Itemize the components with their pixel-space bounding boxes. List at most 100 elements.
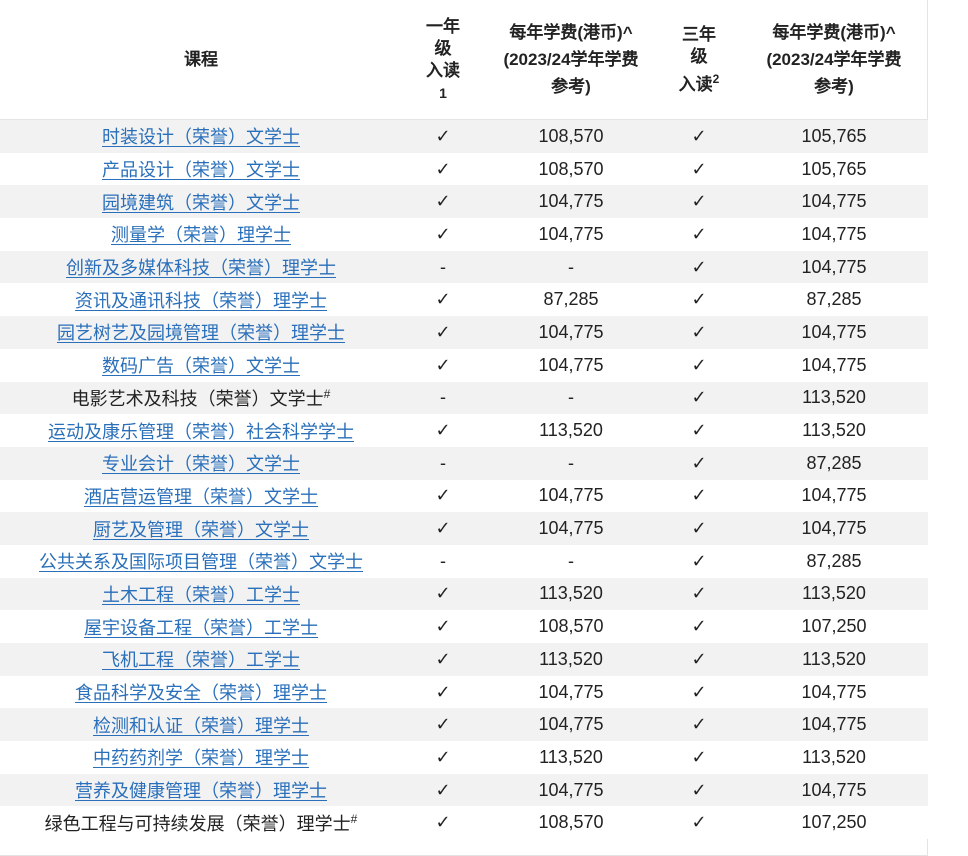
course-cell: 数码广告（荣誉）文学士: [0, 348, 402, 382]
fee-table-container: 课程 一年 级 入读 1 每年学费(港币)^ (2023/24学年学费 参考) …: [0, 0, 928, 856]
annual-fee-2-cell: 113,520: [740, 643, 928, 676]
table-row: 电影艺术及科技（荣誉）文学士# - - ✓ 113,520: [0, 381, 928, 415]
annual-fee-2-cell: 104,775: [740, 250, 928, 284]
annual-fee-1-cell: 87,285: [484, 283, 658, 317]
header-course: 课程: [0, 0, 402, 120]
course-link[interactable]: 创新及多媒体科技（荣誉）理学士: [66, 258, 336, 278]
table-row: 运动及康乐管理（荣誉）社会科学学士 ✓ 113,520 ✓ 113,520: [0, 414, 928, 447]
course-link[interactable]: 测量学（荣誉）理学士: [111, 225, 291, 245]
course-link[interactable]: 检测和认证（荣誉）理学士: [93, 716, 309, 736]
year3-entry-cell: ✓: [658, 708, 740, 742]
annual-fee-1-cell: 104,775: [484, 316, 658, 349]
annual-fee-2-cell: 104,775: [740, 316, 928, 349]
annual-fee-2-cell: 113,520: [740, 741, 928, 774]
table-row: 园艺树艺及园境管理（荣誉）理学士 ✓ 104,775 ✓ 104,775: [0, 316, 928, 349]
year3-entry-cell: ✓: [658, 218, 740, 251]
year3-entry-cell: ✓: [658, 348, 740, 382]
course-cell: 园艺树艺及园境管理（荣誉）理学士: [0, 316, 402, 349]
annual-fee-2-cell: 87,285: [740, 283, 928, 317]
annual-fee-1-cell: 104,775: [484, 708, 658, 742]
annual-fee-2-cell: 113,520: [740, 414, 928, 447]
course-link[interactable]: 园艺树艺及园境管理（荣誉）理学士: [57, 323, 345, 343]
course-cell: 产品设计（荣誉）文学士: [0, 152, 402, 186]
annual-fee-1-cell: 113,520: [484, 414, 658, 447]
year1-entry-cell: ✓: [402, 773, 484, 807]
course-link[interactable]: 厨艺及管理（荣誉）文学士: [93, 520, 309, 540]
annual-fee-1-cell: -: [484, 250, 658, 284]
annual-fee-1-cell: 104,775: [484, 479, 658, 513]
course-cell: 园境建筑（荣誉）文学士: [0, 185, 402, 219]
course-link[interactable]: 土木工程（荣誉）工学士: [102, 585, 300, 605]
year3-entry-cell: ✓: [658, 316, 740, 349]
year3-entry-cell: ✓: [658, 577, 740, 611]
year3-entry-cell: ✓: [658, 479, 740, 513]
year3-entry-cell: ✓: [658, 185, 740, 219]
course-cell: 公共关系及国际项目管理（荣誉）文学士: [0, 544, 402, 578]
course-link[interactable]: 运动及康乐管理（荣誉）社会科学学士: [48, 422, 354, 442]
header-annual-fee-2: 每年学费(港币)^ (2023/24学年学费 参考): [740, 0, 928, 120]
course-cell: 绿色工程与可持续发展（荣誉）理学士#: [0, 806, 402, 840]
course-cell: 土木工程（荣誉）工学士: [0, 577, 402, 611]
annual-fee-2-cell: 113,520: [740, 381, 928, 415]
course-link[interactable]: 专业会计（荣誉）文学士: [102, 454, 300, 474]
course-link[interactable]: 食品科学及安全（荣誉）理学士: [75, 683, 327, 703]
year3-entry-cell: ✓: [658, 741, 740, 774]
course-cell: 酒店营运管理（荣誉）文学士: [0, 479, 402, 513]
annual-fee-2-cell: 107,250: [740, 610, 928, 643]
annual-fee-1-cell: -: [484, 544, 658, 578]
annual-fee-1-cell: 104,775: [484, 185, 658, 219]
annual-fee-1-cell: 104,775: [484, 512, 658, 545]
annual-fee-1-cell: 108,570: [484, 119, 658, 153]
annual-fee-2-cell: 105,765: [740, 119, 928, 153]
year1-entry-cell: ✓: [402, 185, 484, 219]
course-cell: 厨艺及管理（荣誉）文学士: [0, 512, 402, 545]
course-link[interactable]: 屋宇设备工程（荣誉）工学士: [84, 618, 318, 638]
course-link[interactable]: 酒店营运管理（荣誉）文学士: [84, 487, 318, 507]
year1-entry-cell: ✓: [402, 806, 484, 840]
table-row: 屋宇设备工程（荣誉）工学士 ✓ 108,570 ✓ 107,250: [0, 610, 928, 643]
year1-entry-cell: ✓: [402, 119, 484, 153]
year1-entry-cell: -: [402, 250, 484, 284]
course-link[interactable]: 中药药剂学（荣誉）理学士: [93, 748, 309, 768]
table-row: 园境建筑（荣誉）文学士 ✓ 104,775 ✓ 104,775: [0, 185, 928, 219]
course-link[interactable]: 数码广告（荣誉）文学士: [102, 356, 300, 376]
annual-fee-2-cell: 113,520: [740, 577, 928, 611]
course-link[interactable]: 时装设计（荣誉）文学士: [102, 127, 300, 147]
year3-entry-cell: ✓: [658, 250, 740, 284]
year1-entry-cell: ✓: [402, 643, 484, 676]
year3-entry-cell: ✓: [658, 512, 740, 545]
course-cell: 电影艺术及科技（荣誉）文学士#: [0, 381, 402, 415]
table-row: 创新及多媒体科技（荣誉）理学士 - - ✓ 104,775: [0, 250, 928, 284]
course-link[interactable]: 公共关系及国际项目管理（荣誉）文学士: [39, 552, 363, 572]
year1-entry-cell: ✓: [402, 512, 484, 545]
fee-table: 课程 一年 级 入读 1 每年学费(港币)^ (2023/24学年学费 参考) …: [0, 0, 928, 840]
year1-entry-cell: ✓: [402, 479, 484, 513]
year3-entry-cell: ✓: [658, 773, 740, 807]
table-row: 厨艺及管理（荣誉）文学士 ✓ 104,775 ✓ 104,775: [0, 512, 928, 545]
course-link[interactable]: 资讯及通讯科技（荣誉）理学士: [75, 291, 327, 311]
annual-fee-1-cell: -: [484, 381, 658, 415]
year1-entry-cell: ✓: [402, 414, 484, 447]
course-name: 电影艺术及科技（荣誉）文学士: [71, 388, 324, 409]
table-row: 公共关系及国际项目管理（荣誉）文学士 - - ✓ 87,285: [0, 544, 928, 578]
table-row: 检测和认证（荣誉）理学士 ✓ 104,775 ✓ 104,775: [0, 708, 928, 742]
annual-fee-1-cell: 104,775: [484, 348, 658, 382]
year1-entry-cell: ✓: [402, 577, 484, 611]
year1-entry-cell: ✓: [402, 675, 484, 709]
annual-fee-2-cell: 104,775: [740, 773, 928, 807]
year3-entry-cell: ✓: [658, 643, 740, 676]
annual-fee-1-cell: 104,775: [484, 218, 658, 251]
course-link[interactable]: 园境建筑（荣誉）文学士: [102, 193, 300, 213]
annual-fee-1-cell: 113,520: [484, 577, 658, 611]
course-cell: 检测和认证（荣誉）理学士: [0, 708, 402, 742]
course-link[interactable]: 营养及健康管理（荣誉）理学士: [75, 781, 327, 801]
table-row: 测量学（荣誉）理学士 ✓ 104,775 ✓ 104,775: [0, 218, 928, 251]
table-row: 土木工程（荣誉）工学士 ✓ 113,520 ✓ 113,520: [0, 577, 928, 611]
year1-entry-cell: -: [402, 544, 484, 578]
course-link[interactable]: 飞机工程（荣誉）工学士: [102, 650, 300, 670]
annual-fee-1-cell: 108,570: [484, 610, 658, 643]
year3-entry-cell: ✓: [658, 381, 740, 415]
course-cell: 中药药剂学（荣誉）理学士: [0, 741, 402, 774]
year3-entry-cell: ✓: [658, 152, 740, 186]
course-link[interactable]: 产品设计（荣誉）文学士: [102, 160, 300, 180]
